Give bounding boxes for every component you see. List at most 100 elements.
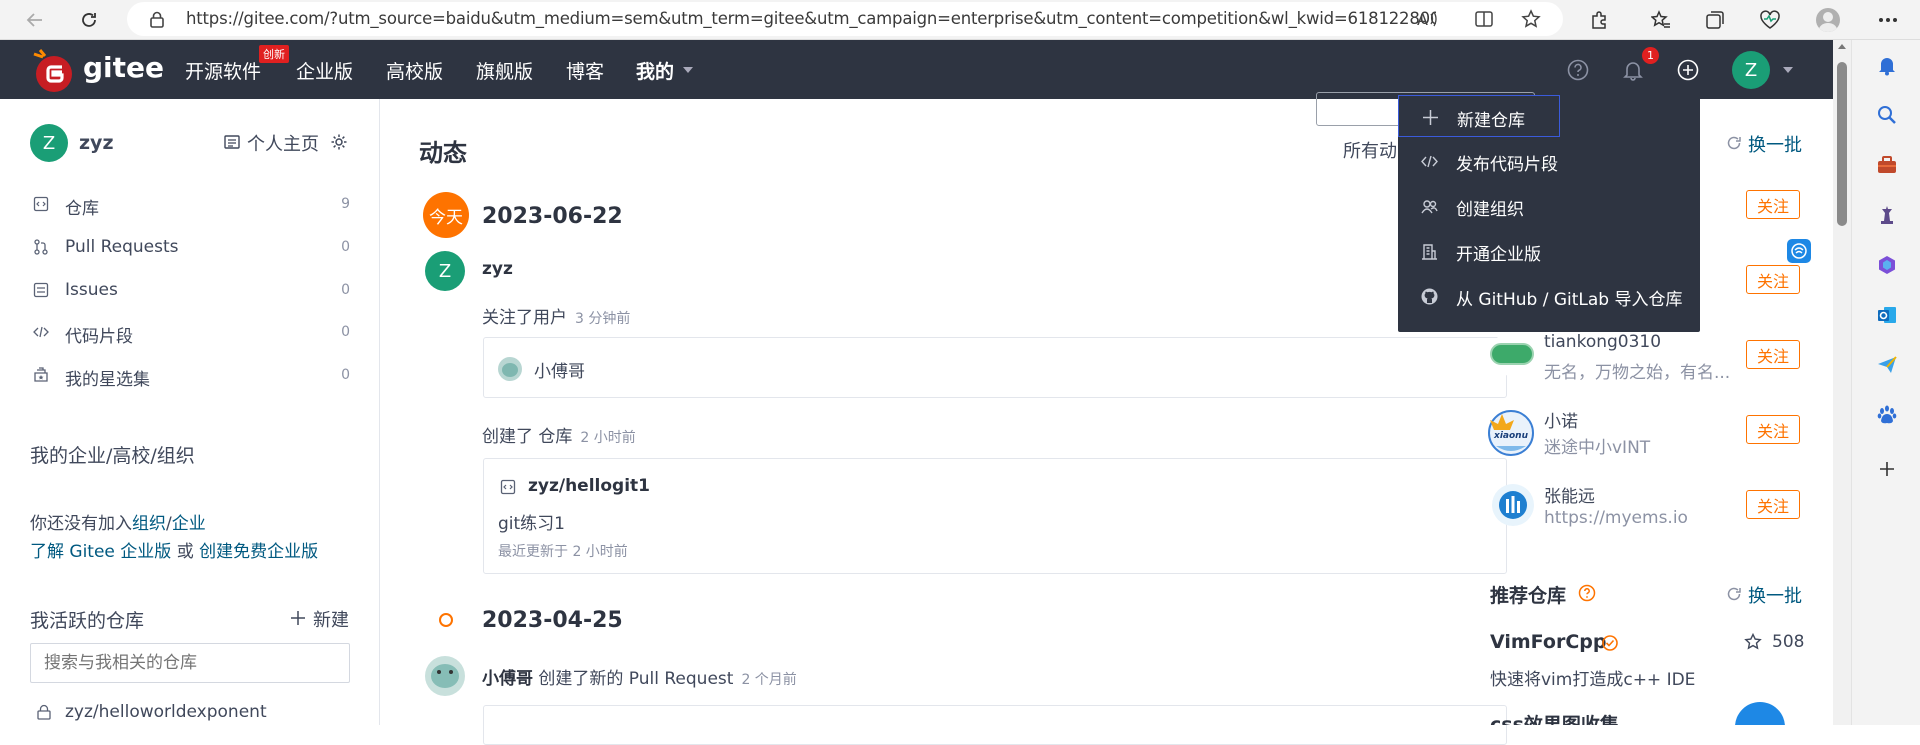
reload-icon[interactable] — [74, 5, 104, 35]
create-dropdown-menu: 新建仓库 发布代码片段 创建组织 开通企业版 从 GitHub / GitLab… — [1398, 95, 1700, 332]
active-repo-item[interactable]: zyz/helloworldexponent — [65, 702, 267, 722]
feed-user-avatar[interactable] — [425, 656, 465, 696]
repo-search-input[interactable] — [30, 643, 350, 683]
gitee-logo-icon[interactable] — [30, 48, 76, 94]
favorite-star-icon[interactable] — [1521, 9, 1541, 29]
settings-gear-icon[interactable] — [330, 133, 348, 151]
sidebar-item-pull-requests[interactable]: Pull Requests 0 — [30, 237, 350, 263]
create-enterprise-link[interactable]: 创建免费企业版 — [199, 542, 318, 562]
plus-icon[interactable] — [290, 610, 306, 626]
recommended-user-avatar[interactable] — [1492, 484, 1534, 526]
nav-blog[interactable]: 博客 — [566, 57, 604, 84]
building-icon — [1421, 243, 1438, 260]
float-assistant-icon[interactable] — [1735, 702, 1785, 725]
nav-education[interactable]: 高校版 — [386, 57, 443, 84]
edge-tools-icon[interactable] — [1876, 154, 1898, 176]
recommended-user-name[interactable]: 小诺 — [1544, 407, 1578, 432]
pull-request-card[interactable] — [483, 705, 1507, 745]
nav-user-avatar[interactable]: Z — [1732, 51, 1770, 89]
refresh-repos-link[interactable]: 换一批 — [1748, 582, 1802, 608]
page-scrollbar[interactable] — [1833, 40, 1851, 725]
help-icon[interactable] — [1567, 59, 1589, 81]
org-section-title: 我的企业/高校/组织 — [30, 445, 195, 467]
recommended-repo-desc: 快速将vim打造成c++ IDE — [1490, 670, 1696, 690]
follow-button[interactable]: 关注 — [1746, 340, 1800, 369]
collections-icon[interactable] — [1700, 5, 1730, 35]
follow-button[interactable]: 关注 — [1746, 415, 1800, 444]
follow-button[interactable]: 关注 — [1746, 490, 1800, 519]
nav-mine[interactable]: 我的 — [636, 57, 674, 84]
edge-copilot-icon[interactable] — [1876, 254, 1898, 276]
sidebar-item-star-collections[interactable]: 我的星选集 0 — [30, 365, 350, 391]
help-icon[interactable] — [1578, 584, 1596, 602]
edge-send-icon[interactable] — [1876, 354, 1898, 376]
more-menu-icon[interactable] — [1873, 5, 1903, 35]
edge-baidu-paw-icon[interactable] — [1876, 404, 1898, 426]
feed-username[interactable]: zyz — [482, 259, 513, 279]
event-action: 创建了 仓库 — [482, 427, 573, 447]
org-text-prefix: 你还没有加入 — [30, 514, 132, 534]
learn-enterprise-link[interactable]: 了解 Gitee 企业版 — [30, 542, 171, 562]
sidebar-item-issues[interactable]: Issues 0 — [30, 280, 350, 306]
profile-avatar-icon[interactable] — [1813, 5, 1843, 35]
recommended-repo-name[interactable]: css效果图收集 — [1490, 714, 1619, 725]
menu-new-repo[interactable]: 新建仓库 — [1398, 95, 1560, 137]
recommended-repo-name[interactable]: VimForCpp — [1490, 631, 1606, 653]
sidebar-user-avatar[interactable]: Z — [30, 124, 68, 162]
nav-premium[interactable]: 旗舰版 — [476, 57, 533, 84]
follow-button[interactable]: 关注 — [1746, 265, 1800, 294]
sidebar-item-snippets[interactable]: 代码片段 0 — [30, 322, 350, 348]
split-screen-icon[interactable] — [1474, 10, 1494, 28]
refresh-icon[interactable] — [1726, 586, 1742, 602]
avatar-caret-icon[interactable] — [1783, 67, 1793, 73]
edge-search-icon[interactable] — [1876, 104, 1898, 126]
edge-outlook-icon[interactable] — [1876, 304, 1898, 326]
feed-filter[interactable]: 所有动 — [1343, 137, 1397, 163]
browser-essentials-icon[interactable] — [1755, 5, 1785, 35]
repo-description: git练习1 — [498, 514, 565, 534]
nav-enterprise[interactable]: 企业版 — [296, 57, 353, 84]
create-plus-icon[interactable] — [1677, 59, 1699, 81]
url-text[interactable]: https://gitee.com/?utm_source=baidu&utm_… — [186, 9, 1436, 28]
new-repo-link[interactable]: 新建 — [313, 606, 349, 632]
nav-open-source[interactable]: 开源软件 — [185, 57, 261, 84]
recommended-user-name[interactable]: 张能远 — [1544, 482, 1595, 507]
back-icon[interactable] — [20, 5, 50, 35]
menu-create-org[interactable]: 创建组织 — [1398, 185, 1700, 227]
read-aloud-icon[interactable]: A — [1417, 10, 1437, 28]
menu-publish-snippet[interactable]: 发布代码片段 — [1398, 140, 1700, 182]
extensions-icon[interactable] — [1585, 5, 1615, 35]
recommended-user-avatar[interactable] — [1490, 332, 1534, 376]
address-bar[interactable]: https://gitee.com/?utm_source=baidu&utm_… — [127, 2, 1563, 36]
recommended-user-name[interactable]: tiankong0310 — [1544, 332, 1661, 352]
sidebar-username[interactable]: zyz — [79, 132, 114, 154]
recommended-user-avatar[interactable]: xiaonu — [1484, 406, 1538, 460]
recommended-repos-title: 推荐仓库 — [1490, 585, 1567, 607]
favorites-icon[interactable] — [1646, 5, 1676, 35]
translate-float-icon[interactable] — [1787, 239, 1811, 263]
menu-open-enterprise[interactable]: 开通企业版 — [1398, 230, 1700, 272]
sidebar-item-repos[interactable]: 仓库 9 — [30, 194, 350, 220]
followed-user-card[interactable]: 小傅哥 — [483, 337, 1507, 398]
feed-username[interactable]: 小傅哥 — [482, 669, 533, 689]
enterprise-link[interactable]: 企业 — [172, 514, 206, 534]
feed-user-avatar[interactable]: Z — [425, 251, 465, 291]
repo-name-link[interactable]: zyz/hellogit1 — [528, 476, 650, 496]
follow-button[interactable]: 关注 — [1746, 190, 1800, 219]
scroll-thumb[interactable] — [1837, 62, 1847, 226]
feed-event-pull-request: 小傅哥 创建了新的 Pull Request 2 个月前 — [482, 664, 797, 689]
event-action: 创建了新的 Pull Request — [538, 669, 734, 689]
refresh-users-link[interactable]: 换一批 — [1748, 131, 1802, 157]
followed-user-name[interactable]: 小傅哥 — [534, 357, 585, 382]
menu-import-repo[interactable]: 从 GitHub / GitLab 导入仓库 — [1398, 275, 1700, 317]
scroll-up-icon[interactable] — [1838, 44, 1846, 49]
created-repo-card[interactable]: zyz/hellogit1 git练习1 最近更新于 2 小时前 — [483, 458, 1507, 574]
org-link[interactable]: 组织 — [132, 514, 166, 534]
notification-bell-icon[interactable] — [1622, 59, 1644, 81]
edge-bell-icon[interactable] — [1876, 54, 1898, 76]
refresh-icon[interactable] — [1726, 135, 1742, 151]
personal-home-link[interactable]: 个人主页 — [247, 130, 319, 156]
gitee-logo-text[interactable]: gitee — [83, 51, 164, 84]
edge-add-icon[interactable] — [1876, 458, 1898, 480]
edge-games-icon[interactable] — [1876, 204, 1898, 226]
